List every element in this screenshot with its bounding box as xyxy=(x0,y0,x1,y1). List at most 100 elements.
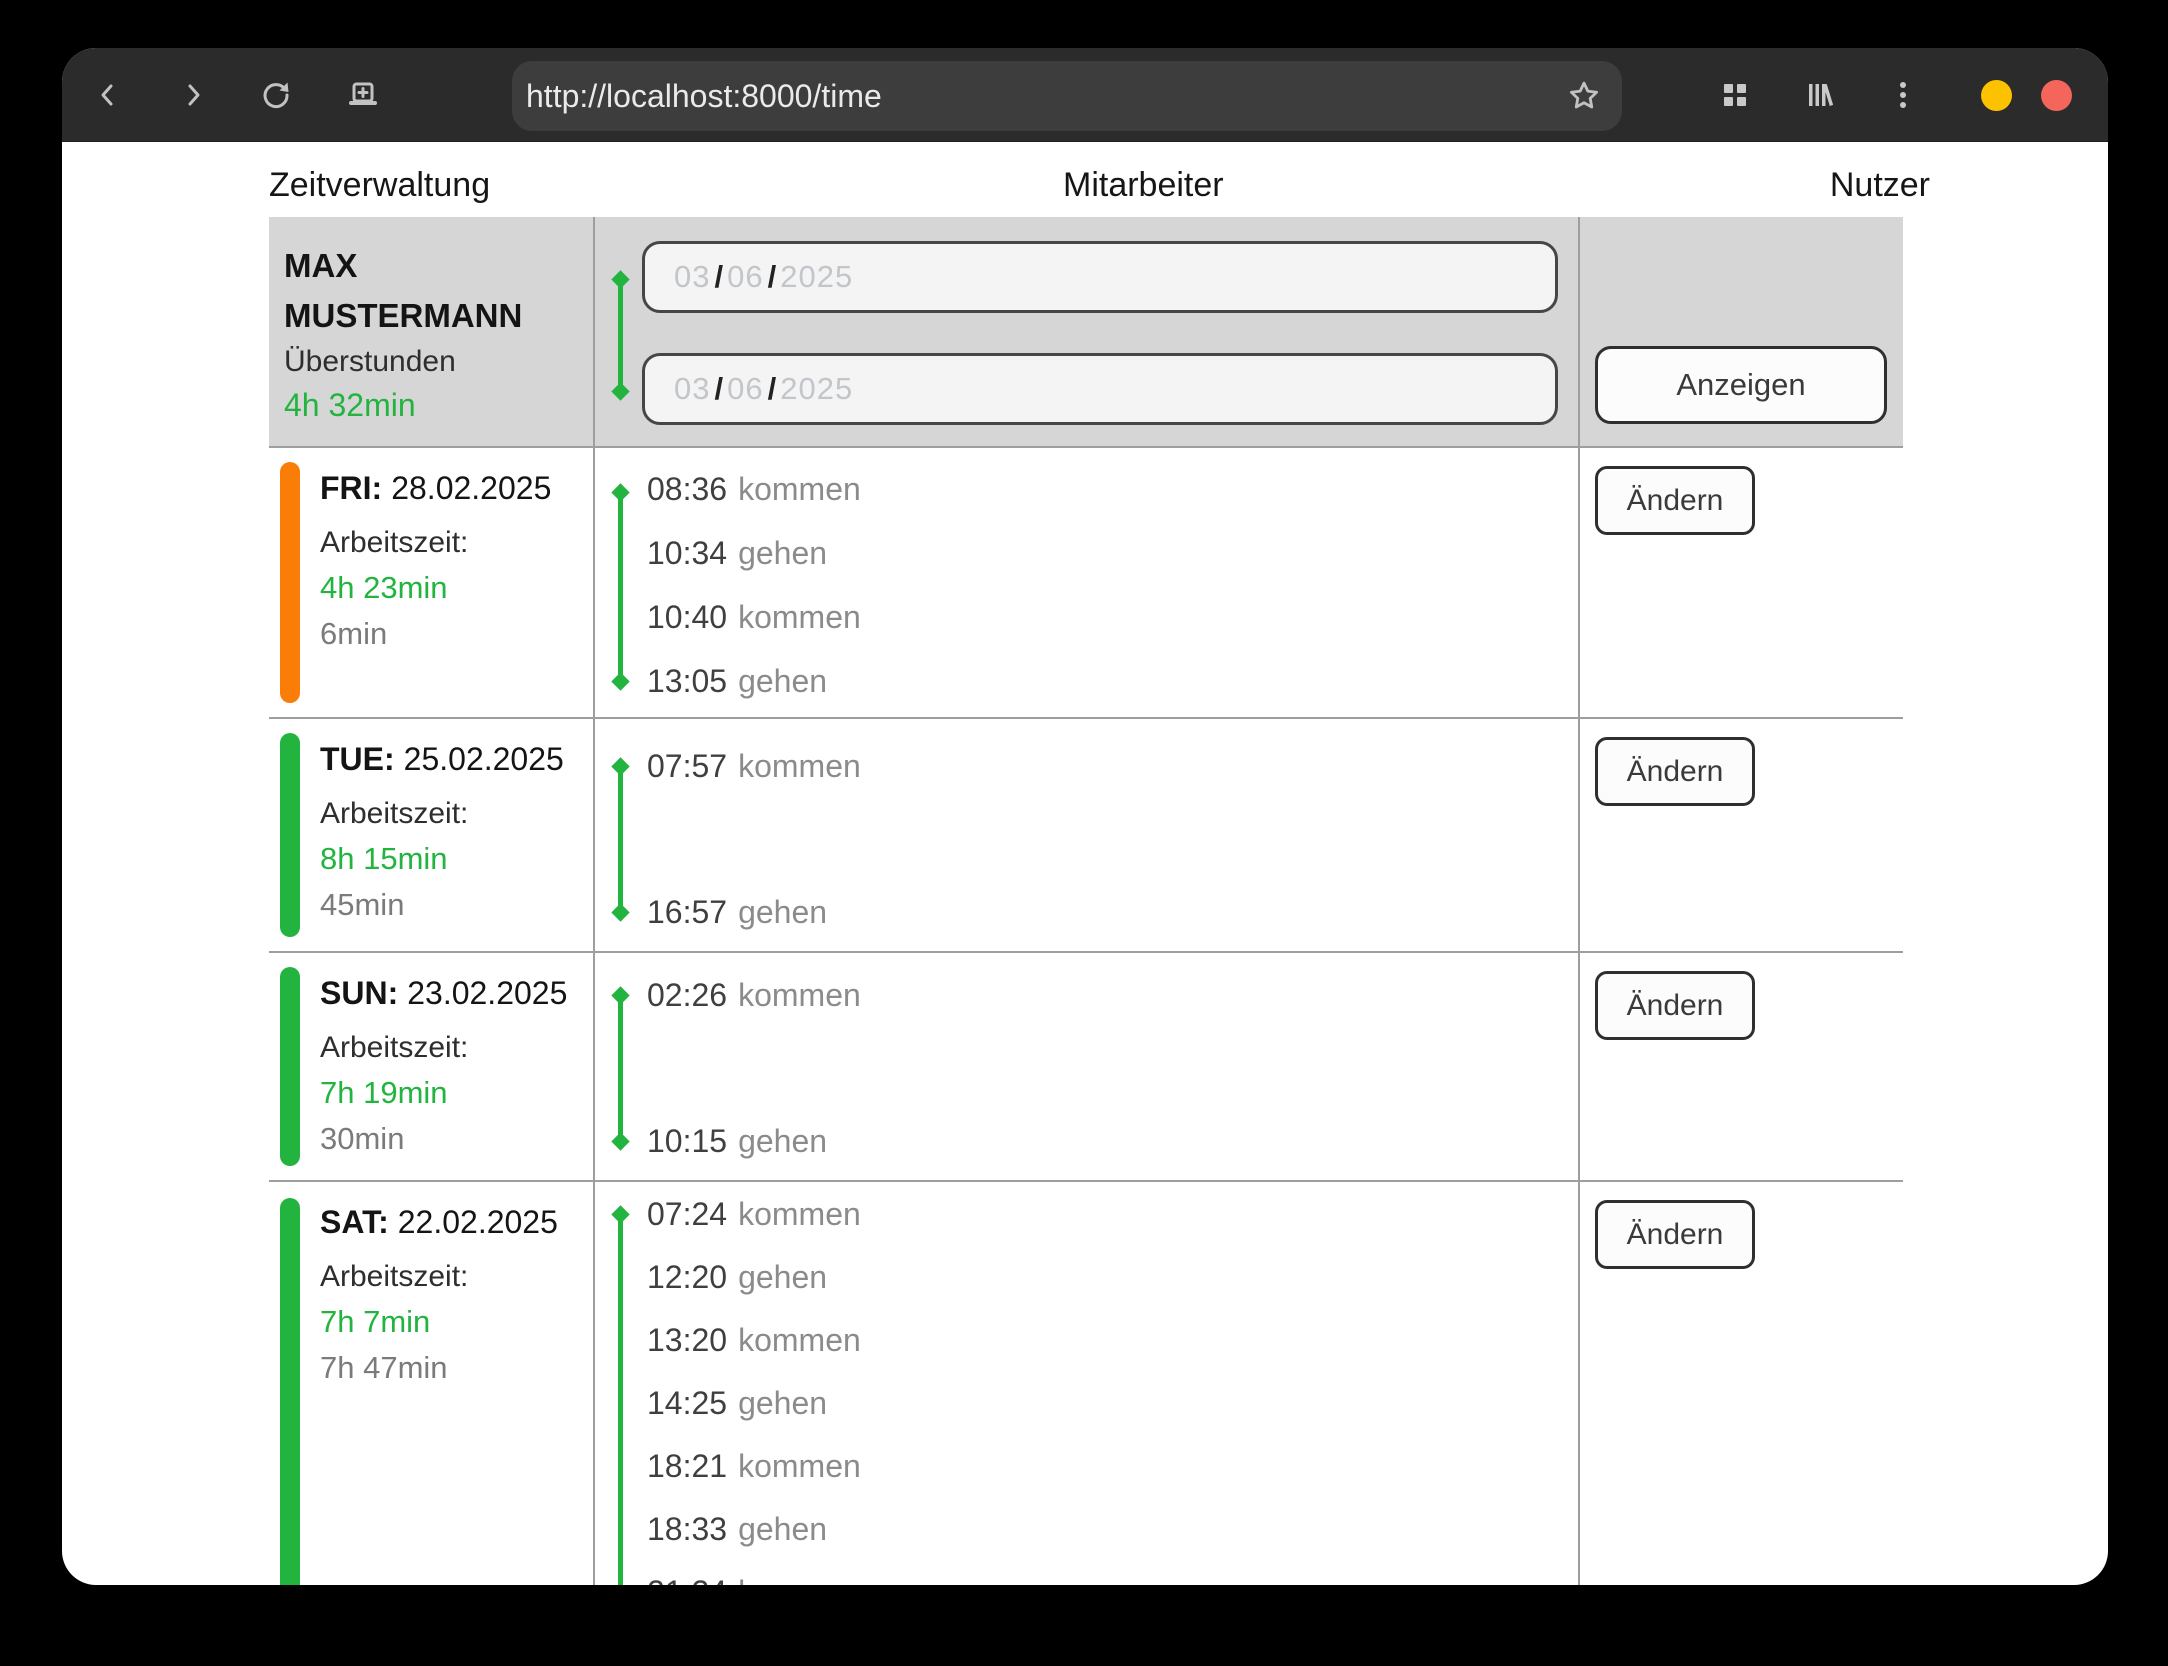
timeline-diamond-top xyxy=(611,1205,629,1223)
day-status-bar xyxy=(280,967,300,1166)
table-row: SAT:22.02.2025 Arbeitszeit: 7h 7min 7h 4… xyxy=(269,1180,1903,1585)
table-header-row: MAX MUSTERMANN Überstunden 4h 32min 03/0… xyxy=(269,217,1903,446)
worktime-value: 7h 19min xyxy=(320,1075,448,1111)
time-entry: 10:34 gehen xyxy=(647,535,827,572)
timeline-diamond-top xyxy=(611,757,629,775)
table-row: FRI:28.02.2025 Arbeitszeit: 4h 23min 6mi… xyxy=(269,446,1903,717)
time-entry: 13:20kommen xyxy=(647,1322,861,1359)
entry-time: 14:25 xyxy=(647,1385,727,1421)
worktime-label: Arbeitszeit: xyxy=(320,797,468,831)
day-date: 25.02.2025 xyxy=(404,741,564,777)
reload-button[interactable] xyxy=(259,78,293,112)
library-icon xyxy=(1804,79,1836,111)
menu-button[interactable] xyxy=(1886,78,1920,112)
aendern-button[interactable]: Ändern xyxy=(1595,737,1755,806)
day-timeline xyxy=(618,767,623,913)
entry-type: gehen xyxy=(738,894,827,930)
date-separator: / xyxy=(768,259,777,295)
new-tab-button[interactable] xyxy=(346,78,380,112)
reload-icon xyxy=(260,79,292,111)
time-entry: 07:24kommen xyxy=(647,1196,861,1233)
date-to-month: 03 xyxy=(674,371,710,407)
bookmark-button[interactable] xyxy=(1566,78,1602,114)
worktime-label: Arbeitszeit: xyxy=(320,1031,468,1065)
tab-overview-button[interactable] xyxy=(1718,78,1752,112)
entry-type: gehen xyxy=(738,1123,827,1159)
time-entry: 10:15gehen xyxy=(647,1123,827,1160)
day-info-cell: SAT:22.02.2025 Arbeitszeit: 7h 7min 7h 4… xyxy=(269,1182,595,1585)
date-from-month: 03 xyxy=(674,259,710,295)
nav-item-zeitverwaltung[interactable]: Zeitverwaltung xyxy=(269,166,490,205)
action-cell: Ändern xyxy=(1578,719,1903,951)
entry-time: 07:57 xyxy=(647,748,727,784)
worktime-value: 4h 23min xyxy=(320,570,448,606)
entry-type: gehen xyxy=(738,1259,827,1295)
action-cell: Ändern xyxy=(1578,953,1903,1180)
entries-cell: 08:36kommen 10:34gehen 10:40kommen 13:05… xyxy=(595,448,1578,717)
timeline-diamond-top xyxy=(611,483,629,501)
day-timeline xyxy=(618,1215,623,1585)
day-label: SAT: xyxy=(320,1204,389,1240)
entries-cell: 07:57kommen 16:57gehen xyxy=(595,719,1578,951)
table-row: SUN:23.02.2025 Arbeitszeit: 7h 19min 30m… xyxy=(269,951,1903,1180)
date-to-input[interactable]: 03/06/2025 xyxy=(642,353,1558,425)
aendern-button[interactable]: Ändern xyxy=(1595,466,1755,535)
chevron-left-icon xyxy=(95,82,121,108)
time-entry: 14:25gehen xyxy=(647,1385,827,1422)
date-from-day: 06 xyxy=(727,259,763,295)
minimize-button[interactable] xyxy=(1981,80,2012,111)
close-button[interactable] xyxy=(2041,80,2072,111)
timeline-diamond-bottom xyxy=(611,672,629,690)
forward-button[interactable] xyxy=(176,78,210,112)
date-from-year: 2025 xyxy=(780,259,853,295)
entry-time: 10:40 xyxy=(647,599,727,635)
url-bar[interactable]: http://localhost:8000/time xyxy=(512,61,1622,131)
nav-item-mitarbeiter[interactable]: Mitarbeiter xyxy=(1063,166,1224,205)
entry-type: kommen xyxy=(738,599,861,635)
employee-name-line1: MAX xyxy=(284,247,357,285)
back-button[interactable] xyxy=(91,78,125,112)
date-to-year: 2025 xyxy=(780,371,853,407)
day-date: 28.02.2025 xyxy=(391,470,551,506)
entry-type: kommen xyxy=(738,748,861,784)
time-entry: 08:36kommen xyxy=(647,471,861,508)
break-value: 6min xyxy=(320,616,387,652)
break-value: 45min xyxy=(320,887,404,923)
worktime-value: 7h 7min xyxy=(320,1304,430,1340)
browser-toolbar: http://localhost:8000/time xyxy=(62,48,2108,142)
aendern-button[interactable]: Ändern xyxy=(1595,971,1755,1040)
entry-time: 21:24 xyxy=(647,1574,727,1585)
day-label: TUE: xyxy=(320,741,395,777)
day-status-bar xyxy=(280,1198,300,1585)
entry-time: 18:21 xyxy=(647,1448,727,1484)
timeline-diamond-top xyxy=(611,986,629,1004)
entry-type: kommen xyxy=(738,977,861,1013)
timeline-diamond-top xyxy=(611,270,629,288)
day-date: 23.02.2025 xyxy=(407,975,567,1011)
employee-name-line2: MUSTERMANN xyxy=(284,297,522,335)
library-button[interactable] xyxy=(1803,78,1837,112)
entry-time: 02:26 xyxy=(647,977,727,1013)
day-date: 22.02.2025 xyxy=(398,1204,558,1240)
day-label: SUN: xyxy=(320,975,398,1011)
chevron-right-icon xyxy=(180,82,206,108)
entry-type: gehen xyxy=(738,535,827,571)
time-entry: 07:57 kommen xyxy=(647,748,861,785)
date-separator: / xyxy=(714,259,723,295)
worktime-label: Arbeitszeit: xyxy=(320,1260,468,1294)
nav-item-nutzer[interactable]: Nutzer xyxy=(1830,166,1930,205)
time-entry: 21:24kommen xyxy=(647,1574,861,1585)
date-from-input[interactable]: 03/06/2025 xyxy=(642,241,1558,313)
url-text[interactable]: http://localhost:8000/time xyxy=(512,78,882,115)
time-entry: 10:40 kommen xyxy=(647,599,861,636)
anzeigen-button[interactable]: Anzeigen xyxy=(1595,346,1887,424)
worktime-label: Arbeitszeit: xyxy=(320,526,468,560)
star-icon xyxy=(1566,78,1602,114)
new-tab-icon xyxy=(347,79,379,111)
date-to-day: 06 xyxy=(727,371,763,407)
aendern-button[interactable]: Ändern xyxy=(1595,1200,1755,1269)
overtime-label: Überstunden xyxy=(284,345,456,379)
entry-type: gehen xyxy=(738,1511,827,1547)
date-separator: / xyxy=(714,371,723,407)
entry-time: 10:34 xyxy=(647,535,727,571)
